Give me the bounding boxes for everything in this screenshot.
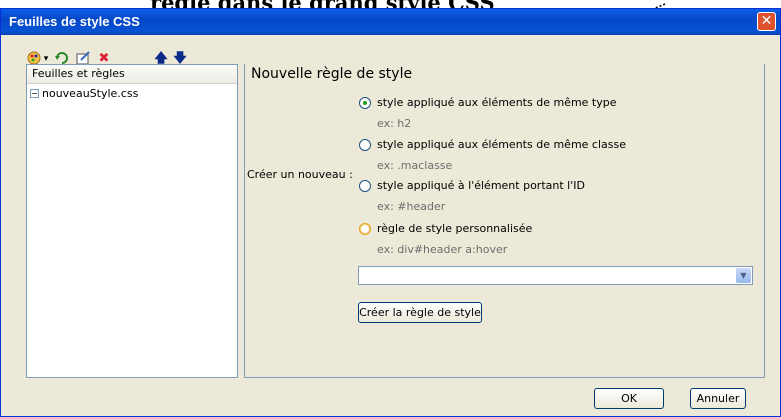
section-title: Nouvelle règle de style <box>251 66 413 82</box>
radio-button[interactable] <box>359 179 371 192</box>
radio-label: style appliqué à l'élément portant l'ID <box>377 179 585 192</box>
create-label: Créer un nouveau : <box>247 168 353 181</box>
ok-button[interactable]: OK <box>594 388 664 409</box>
cancel-button[interactable]: Annuler <box>690 388 746 409</box>
example-text: ex: h2 <box>377 117 412 130</box>
rule-panel: Nouvelle règle de style Créer un nouveau… <box>244 64 765 378</box>
collapse-icon[interactable]: − <box>30 89 39 98</box>
example-text: ex: .maclasse <box>377 159 453 172</box>
radio-option-custom[interactable]: règle de style personnalisée <box>359 222 532 235</box>
close-icon: ✕ <box>760 13 773 29</box>
example-text: ex: #header <box>377 200 446 213</box>
radio-button[interactable] <box>359 96 371 109</box>
radio-button[interactable] <box>359 138 371 151</box>
radio-label: style appliqué aux éléments de même type <box>377 96 617 109</box>
radio-option-class[interactable]: style appliqué aux éléments de même clas… <box>359 138 626 151</box>
radio-option-id[interactable]: style appliqué à l'élément portant l'ID <box>359 179 585 192</box>
sheets-tree-panel: Feuilles et règles − nouveauStyle.css <box>26 64 238 378</box>
selector-combobox[interactable]: ▼ <box>358 266 753 285</box>
chevron-down-icon[interactable]: ▼ <box>736 268 751 283</box>
radio-label: style appliqué aux éléments de même clas… <box>377 138 626 151</box>
tree-item-label: nouveauStyle.css <box>42 87 139 100</box>
create-rule-button[interactable]: Créer la règle de style <box>358 302 482 323</box>
tree-header: Feuilles et règles <box>27 65 237 84</box>
close-button[interactable]: ✕ <box>757 12 776 31</box>
radio-button[interactable] <box>359 222 371 235</box>
example-text: ex: div#header a:hover <box>377 243 508 256</box>
tree-item-stylesheet[interactable]: − nouveauStyle.css <box>30 87 138 100</box>
title-bar: Feuilles de style CSS ✕ <box>1 9 780 35</box>
radio-label: règle de style personnalisée <box>377 222 533 235</box>
window-title: Feuilles de style CSS <box>9 14 140 29</box>
radio-option-type[interactable]: style appliqué aux éléments de même type <box>359 96 617 109</box>
